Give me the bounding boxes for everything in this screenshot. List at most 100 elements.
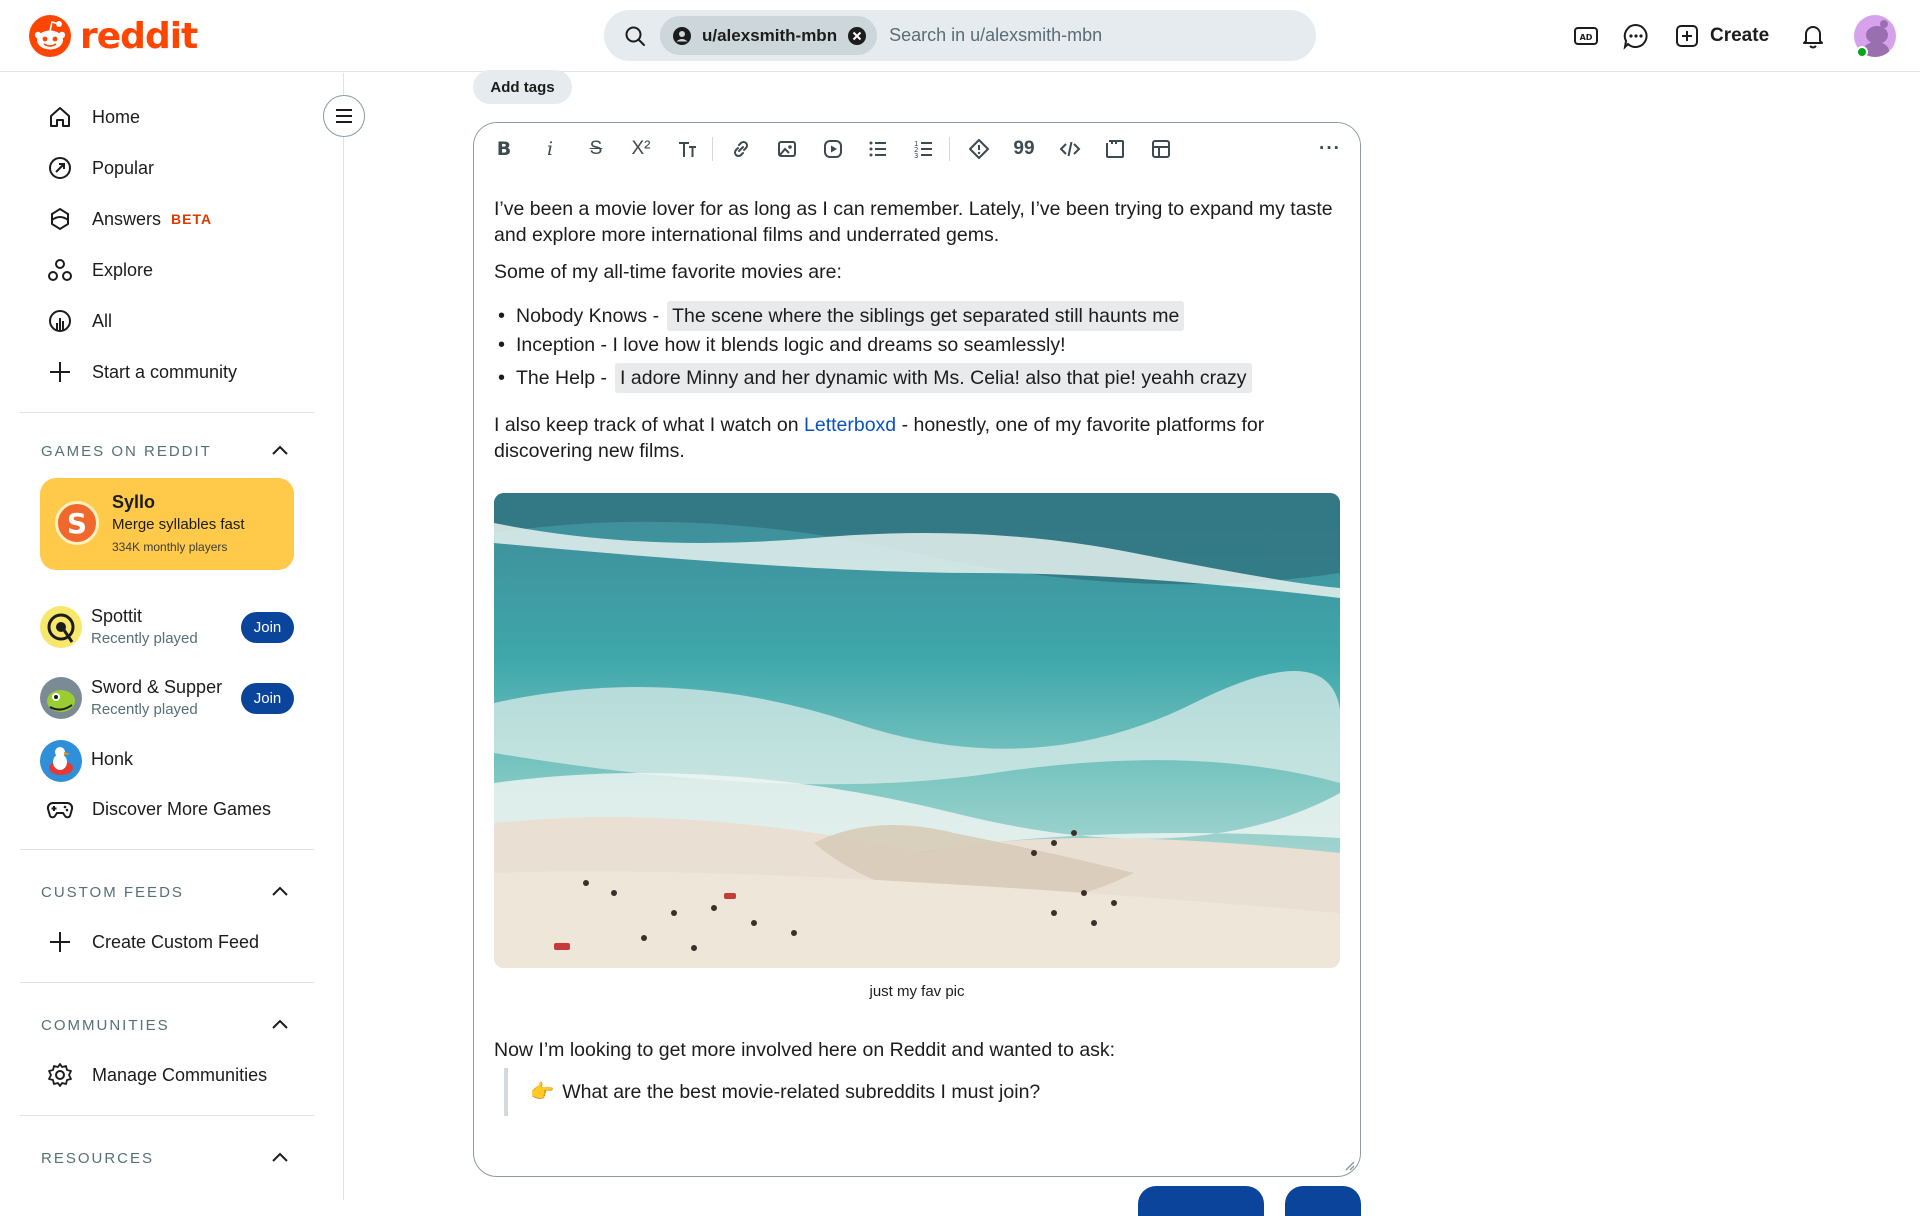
create-button[interactable]: Create bbox=[1674, 18, 1769, 54]
online-status-dot bbox=[1856, 46, 1868, 58]
nav-answers-label: Answers bbox=[92, 208, 162, 229]
svg-text:3: 3 bbox=[914, 152, 918, 160]
answers-icon bbox=[46, 205, 74, 233]
create-plus-icon bbox=[1676, 25, 1698, 47]
strikethrough-icon[interactable]: S bbox=[584, 137, 608, 161]
featured-game-subtitle: Merge syllables fast bbox=[112, 516, 245, 533]
spoiler-icon[interactable] bbox=[967, 137, 991, 161]
featured-game-players: 334K monthly players bbox=[112, 540, 228, 554]
svg-text:S: S bbox=[67, 507, 87, 540]
reddit-logo[interactable]: reddit bbox=[28, 14, 198, 58]
popular-icon bbox=[46, 154, 74, 182]
honk-logo-icon bbox=[40, 740, 82, 782]
create-label: Create bbox=[1710, 25, 1770, 46]
custom-feeds-section-title[interactable]: CUSTOM FEEDS bbox=[41, 884, 184, 901]
save-draft-button[interactable] bbox=[1138, 1186, 1264, 1216]
bold-icon[interactable]: B bbox=[492, 137, 516, 161]
all-icon bbox=[46, 307, 74, 335]
post-body-editor[interactable]: B i S X² 123 99 ··· I’ve been a movie lo… bbox=[473, 122, 1361, 1177]
chevron-up-icon[interactable] bbox=[270, 1017, 290, 1031]
more-options-icon[interactable]: ··· bbox=[1318, 137, 1342, 161]
nav-start-community-label: Start a community bbox=[92, 361, 238, 382]
nav-explore[interactable]: Explore bbox=[46, 250, 153, 290]
join-sword-supper-button[interactable]: Join bbox=[241, 683, 294, 714]
nav-popular[interactable]: Popular bbox=[46, 148, 154, 188]
clear-scope-icon[interactable] bbox=[847, 26, 867, 46]
add-tags-button[interactable]: Add tags bbox=[473, 70, 572, 104]
nav-home[interactable]: Home bbox=[46, 97, 140, 137]
top-bar: reddit u/alexsmith-mbn Search in u/alexs… bbox=[0, 0, 1920, 72]
code-icon[interactable] bbox=[1058, 137, 1082, 161]
nav-home-label: Home bbox=[92, 106, 141, 127]
game-item-sword-supper[interactable]: Sword & Supper Recently played Join bbox=[40, 675, 300, 719]
communities-section-title[interactable]: COMMUNITIES bbox=[41, 1017, 170, 1034]
paragraph-intro: I’ve been a movie lover for as long as I… bbox=[494, 198, 1333, 246]
chat-icon[interactable] bbox=[1622, 22, 1650, 50]
manage-communities-label: Manage Communities bbox=[92, 1064, 268, 1085]
plus-icon bbox=[46, 928, 74, 956]
join-spottit-button[interactable]: Join bbox=[241, 612, 294, 643]
nav-all[interactable]: All bbox=[46, 301, 112, 341]
paragraph-favorites: Some of my all-time favorite movies are: bbox=[494, 261, 842, 283]
code-block-icon[interactable] bbox=[1103, 137, 1127, 161]
featured-game-card[interactable]: S Syllo Merge syllables fast 334K monthl… bbox=[40, 478, 294, 570]
games-section-title[interactable]: GAMES ON REDDIT bbox=[41, 443, 212, 460]
blockquote: 👉 What are the best movie-related subred… bbox=[504, 1068, 1204, 1116]
search-scope-chip[interactable]: u/alexsmith-mbn bbox=[660, 16, 878, 55]
list-item: Inception - I love how it blends logic a… bbox=[498, 332, 1066, 358]
post-image[interactable] bbox=[494, 493, 1340, 968]
notifications-bell-icon[interactable] bbox=[1799, 22, 1827, 50]
collapse-sidebar-button[interactable] bbox=[323, 95, 365, 137]
logo-wordmark: reddit bbox=[80, 15, 198, 57]
heading-icon[interactable] bbox=[675, 137, 699, 161]
create-custom-feed[interactable]: Create Custom Feed bbox=[46, 922, 259, 962]
nav-all-label: All bbox=[92, 310, 113, 331]
video-icon[interactable] bbox=[821, 137, 845, 161]
list-item: Nobody Knows - The scene where the sibli… bbox=[498, 301, 1185, 331]
nav-start-community[interactable]: Start a community bbox=[46, 352, 237, 392]
chevron-up-icon[interactable] bbox=[270, 1150, 290, 1164]
sidebar-divider bbox=[20, 849, 314, 850]
table-icon[interactable] bbox=[1149, 137, 1173, 161]
search-input[interactable]: Search in u/alexsmith-mbn bbox=[889, 25, 1102, 46]
spottit-logo-icon bbox=[40, 606, 82, 648]
blockquote-text: What are the best movie-related subreddi… bbox=[562, 1080, 1041, 1103]
create-custom-feed-label: Create Custom Feed bbox=[92, 931, 260, 952]
chevron-up-icon[interactable] bbox=[270, 443, 290, 457]
gamepad-icon bbox=[46, 795, 74, 823]
advertise-icon[interactable]: AD bbox=[1572, 22, 1600, 50]
gear-icon bbox=[46, 1061, 74, 1089]
discover-more-games[interactable]: Discover More Games bbox=[46, 789, 271, 829]
numbered-list-icon[interactable]: 123 bbox=[912, 137, 936, 161]
italic-icon[interactable]: i bbox=[538, 137, 562, 161]
search-chip-label: u/alexsmith-mbn bbox=[702, 25, 838, 45]
nav-answers[interactable]: Answers BETA bbox=[46, 199, 212, 239]
plus-icon bbox=[46, 358, 74, 386]
post-button[interactable] bbox=[1285, 1186, 1361, 1216]
superscript-icon[interactable]: X² bbox=[629, 137, 653, 161]
link-icon[interactable] bbox=[729, 137, 753, 161]
image-icon[interactable] bbox=[775, 137, 799, 161]
game-item-honk[interactable]: Honk bbox=[40, 738, 300, 782]
game-sub: Recently played bbox=[91, 701, 198, 718]
discover-more-games-label: Discover More Games bbox=[92, 798, 272, 819]
quote-icon[interactable]: 99 bbox=[1012, 137, 1036, 161]
featured-game-title: Syllo bbox=[112, 492, 156, 512]
snoo-logo-icon bbox=[29, 15, 71, 57]
syllo-logo-icon: S bbox=[55, 501, 99, 545]
paragraph-question: Now I’m looking to get more involved her… bbox=[494, 1039, 1116, 1061]
game-item-spottit[interactable]: Spottit Recently played Join bbox=[40, 604, 300, 648]
resize-handle-icon[interactable] bbox=[1342, 1158, 1356, 1172]
game-name: Spottit bbox=[91, 606, 143, 626]
search-bar[interactable]: u/alexsmith-mbn Search in u/alexsmith-mb… bbox=[604, 10, 1316, 61]
resources-section-title[interactable]: RESOURCES bbox=[41, 1150, 154, 1167]
sidebar-divider bbox=[20, 1115, 314, 1116]
manage-communities[interactable]: Manage Communities bbox=[46, 1055, 267, 1095]
sidebar-divider bbox=[20, 982, 314, 983]
pointing-hand-icon: 👉 bbox=[530, 1081, 555, 1103]
menu-icon bbox=[336, 109, 352, 123]
letterboxd-link[interactable]: Letterboxd bbox=[804, 414, 896, 436]
bulleted-list-icon[interactable] bbox=[866, 137, 890, 161]
chevron-up-icon[interactable] bbox=[270, 884, 290, 898]
game-name: Honk bbox=[91, 749, 134, 769]
